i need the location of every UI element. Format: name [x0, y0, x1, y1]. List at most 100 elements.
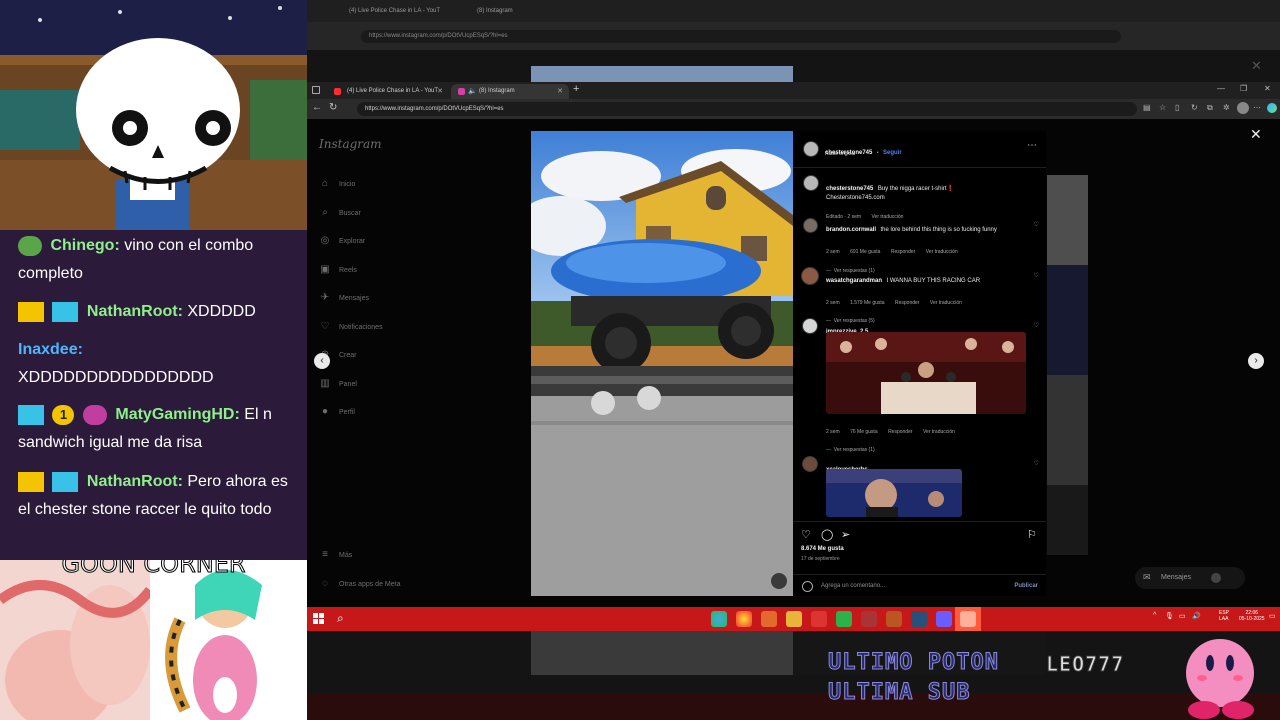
instagram-logo[interactable]: Instagram: [319, 137, 382, 151]
reload-icon[interactable]: ↻: [329, 102, 337, 113]
collections-icon[interactable]: ⧉: [1207, 103, 1213, 113]
nav-notificaciones[interactable]: ♡ Notificaciones: [319, 320, 383, 334]
comment-reply-link[interactable]: Responder: [888, 429, 912, 435]
edge-taskbar-icon[interactable]: [711, 611, 727, 627]
comment-gif[interactable]: [826, 332, 1026, 414]
save-bookmark-icon[interactable]: ⚐: [1027, 528, 1037, 541]
tab-youtube[interactable]: (4) Live Police Chase in LA - YouT ✕: [327, 84, 449, 99]
audio-label[interactable]: Audio original: [825, 151, 855, 157]
nav-explorar[interactable]: ◎ Explorar: [319, 234, 365, 248]
more-options-icon[interactable]: ⋯: [1027, 140, 1037, 151]
tab-instagram[interactable]: 🔈 (8) Instagram ✕: [451, 84, 569, 99]
previous-post-arrow-icon[interactable]: ‹: [314, 353, 330, 369]
caption-avatar[interactable]: [803, 175, 819, 191]
like-count[interactable]: 8.674 Me gusta: [801, 546, 844, 552]
author-avatar[interactable]: [803, 141, 819, 157]
nav-mensajes[interactable]: ✈ Mensajes: [319, 291, 369, 305]
language-indicator[interactable]: ESP LAA: [1219, 610, 1229, 622]
tab-close-icon[interactable]: ✕: [557, 87, 563, 95]
spotify-taskbar-icon[interactable]: [836, 611, 852, 627]
nav-buscar[interactable]: ⌕ Buscar: [319, 206, 361, 220]
volume-icon[interactable]: 🔊: [1192, 612, 1201, 620]
next-post-arrow-icon[interactable]: ›: [1248, 353, 1264, 369]
caption-username[interactable]: chesterstone745: [826, 186, 873, 192]
comment-likes[interactable]: 691 Me gusta: [850, 249, 880, 255]
comment-input[interactable]: Agrega un comentario...: [821, 583, 885, 589]
comment-avatar[interactable]: [803, 218, 818, 233]
comment-translate-link[interactable]: Ver traducción: [926, 249, 958, 255]
comment-reply-link[interactable]: Responder: [891, 249, 915, 255]
settings-taskbar-icon[interactable]: [886, 611, 902, 627]
comment-username[interactable]: brandon.cornwall: [826, 227, 876, 233]
discord-taskbar-icon[interactable]: [936, 611, 952, 627]
chat-username[interactable]: MatyGamingHD: [115, 406, 234, 423]
comment-username[interactable]: wasatchgarandman: [826, 278, 882, 284]
chat-username[interactable]: Chinego: [50, 237, 114, 254]
app-taskbar-icon[interactable]: [861, 611, 877, 627]
maximize-icon[interactable]: ❐: [1240, 84, 1247, 93]
mic-icon[interactable]: 🎙: [1165, 612, 1174, 620]
copilot-icon[interactable]: [1267, 103, 1277, 113]
nav-mas[interactable]: ≡ Más: [319, 548, 352, 562]
comment-image[interactable]: [826, 469, 962, 517]
caption-link[interactable]: Chesterstone745.com: [826, 195, 1036, 201]
comment-reply-link[interactable]: Responder: [895, 300, 919, 306]
explorer-taskbar-icon[interactable]: [786, 611, 802, 627]
comment-bubble-icon[interactable]: ◯: [821, 528, 833, 541]
comment-likes[interactable]: 76 Me gusta: [850, 429, 878, 435]
tab-close-icon[interactable]: ✕: [437, 87, 443, 95]
refresh-extension-icon[interactable]: ↻: [1191, 103, 1198, 112]
windows-start-icon[interactable]: [313, 613, 324, 624]
speaker-icon[interactable]: 🔈: [468, 87, 477, 95]
chat-username[interactable]: Inaxdee: [18, 341, 78, 358]
reader-icon[interactable]: ▤: [1143, 103, 1151, 112]
follow-button[interactable]: Seguir: [883, 150, 902, 156]
comment-like-heart-icon[interactable]: ♡: [1034, 221, 1039, 228]
messages-pill[interactable]: ✉ Mensajes: [1135, 567, 1245, 589]
share-icon[interactable]: ➢: [841, 528, 850, 541]
new-tab-button[interactable]: +: [573, 83, 579, 95]
nav-inicio[interactable]: ⌂ Inicio: [319, 177, 355, 191]
nav-otras-apps[interactable]: ◌ Otras apps de Meta: [319, 577, 400, 591]
comment-like-heart-icon[interactable]: ♡: [1034, 322, 1039, 329]
comment-avatar[interactable]: [801, 267, 819, 285]
comment-translate-link[interactable]: Ver traducción: [930, 300, 962, 306]
split-icon[interactable]: ▯: [1175, 103, 1179, 112]
comment-avatar[interactable]: [802, 456, 818, 472]
close-window-icon[interactable]: ✕: [1264, 84, 1271, 93]
post-photo[interactable]: [531, 131, 793, 596]
nav-perfil[interactable]: ● Perfil: [319, 405, 355, 419]
window-menu-icon[interactable]: [312, 86, 320, 94]
favorite-star-icon[interactable]: ☆: [1159, 103, 1166, 112]
more-icon[interactable]: ⋯: [1253, 103, 1261, 112]
comment-like-heart-icon[interactable]: ♡: [1034, 460, 1039, 467]
tray-chevron-icon[interactable]: ^: [1153, 612, 1156, 619]
emoji-icon[interactable]: [802, 581, 813, 592]
like-heart-icon[interactable]: ♡: [801, 528, 811, 541]
view-replies-link[interactable]: — Ver respuestas (1): [826, 447, 1026, 453]
comment-avatar[interactable]: [802, 318, 818, 334]
comment-translate-link[interactable]: Ver traducción: [923, 429, 955, 435]
comment-like-heart-icon[interactable]: ♡: [1034, 272, 1039, 279]
profile-avatar-icon[interactable]: [1237, 102, 1249, 114]
chat-username[interactable]: NathanRoot: [87, 303, 178, 320]
comment-likes[interactable]: 1.579 Me gusta: [850, 300, 884, 306]
clock[interactable]: 22:06 05-10-2025: [1239, 610, 1265, 622]
app-taskbar-icon[interactable]: [811, 611, 827, 627]
obs-taskbar-icon[interactable]: [960, 611, 976, 627]
extensions-icon[interactable]: ✲: [1223, 103, 1230, 112]
network-icon[interactable]: ▭: [1179, 612, 1186, 620]
firefox-taskbar-icon[interactable]: [761, 611, 777, 627]
minimize-icon[interactable]: —: [1217, 84, 1225, 93]
nav-reels[interactable]: ▣ Reels: [319, 263, 357, 277]
taskbar-search-icon[interactable]: ⌕: [337, 611, 344, 626]
steam-taskbar-icon[interactable]: [911, 611, 927, 627]
close-post-icon[interactable]: ✕: [1250, 126, 1262, 143]
publish-button[interactable]: Publicar: [1014, 583, 1038, 589]
chrome-taskbar-icon[interactable]: [736, 611, 752, 627]
chat-username[interactable]: NathanRoot: [87, 473, 178, 490]
url-field[interactable]: https://www.instagram.com/p/DOtVUcpESqS/…: [357, 102, 1137, 116]
nav-panel[interactable]: ▥ Panel: [319, 377, 357, 391]
notifications-icon[interactable]: ▭: [1269, 612, 1276, 620]
back-icon[interactable]: ←: [312, 102, 322, 113]
